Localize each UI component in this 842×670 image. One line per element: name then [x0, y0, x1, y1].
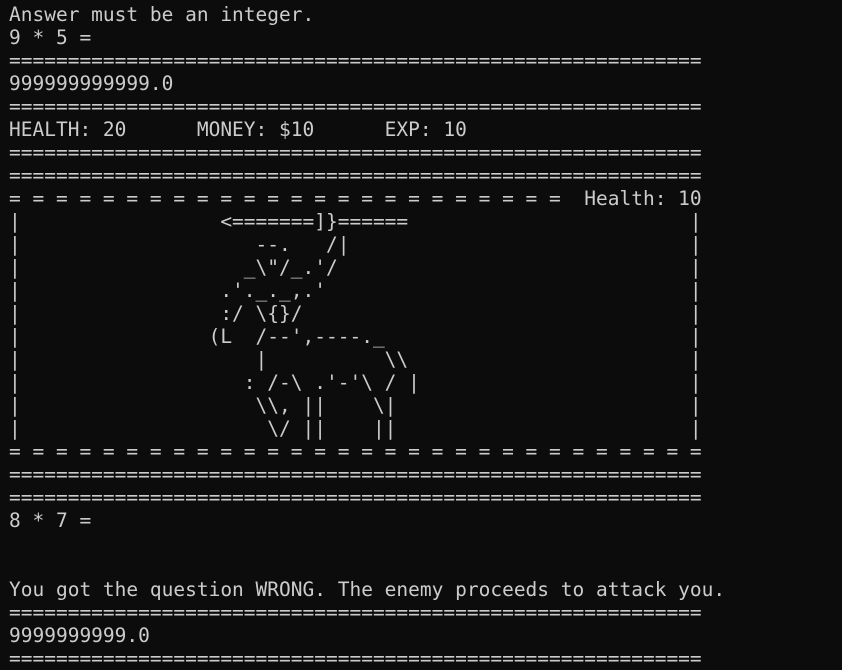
result-message: You got the question WRONG. The enemy pr…	[9, 578, 726, 601]
separator: ========================================…	[9, 141, 702, 164]
deer-art-line: | _\"/_.'/ |	[9, 256, 702, 279]
enemy-frame-top: = = = = = = = = = = = = = = = = = = = = …	[9, 187, 702, 210]
deer-art-line: | (L /--',----._ |	[9, 325, 702, 348]
deer-art-line: | \\, || \| |	[9, 394, 702, 417]
math-question: 8 * 7 =	[9, 509, 92, 532]
deer-art-line: | --. /| |	[9, 233, 702, 256]
enemy-frame-bottom: = = = = = = = = = = = = = = = = = = = = …	[9, 440, 702, 463]
separator: ========================================…	[9, 95, 702, 118]
user-input-echo: 999999999999.0	[9, 72, 174, 95]
user-input-echo: 9999999999.0	[9, 624, 150, 647]
separator: ========================================…	[9, 486, 702, 509]
separator: ========================================…	[9, 463, 702, 486]
deer-art-line: | :/ \{}/ |	[9, 302, 702, 325]
separator: ========================================…	[9, 647, 702, 670]
prompt-message: Answer must be an integer.	[9, 3, 315, 26]
deer-art-line: | <=======]}====== |	[9, 210, 702, 233]
deer-art-line: | .'._._,.' |	[9, 279, 702, 302]
deer-art-line: | : /-\ .'-'\ / | |	[9, 371, 702, 394]
deer-art-line: | | \\ |	[9, 348, 702, 371]
separator: ========================================…	[9, 49, 702, 72]
separator: ========================================…	[9, 601, 702, 624]
math-question: 9 * 5 =	[9, 26, 92, 49]
terminal-window[interactable]: Answer must be an integer. 9 * 5 = =====…	[0, 0, 842, 670]
deer-art-line: | \/ || || |	[9, 417, 702, 440]
player-stats: HEALTH: 20 MONEY: $10 EXP: 10	[9, 118, 467, 141]
separator: ========================================…	[9, 164, 702, 187]
